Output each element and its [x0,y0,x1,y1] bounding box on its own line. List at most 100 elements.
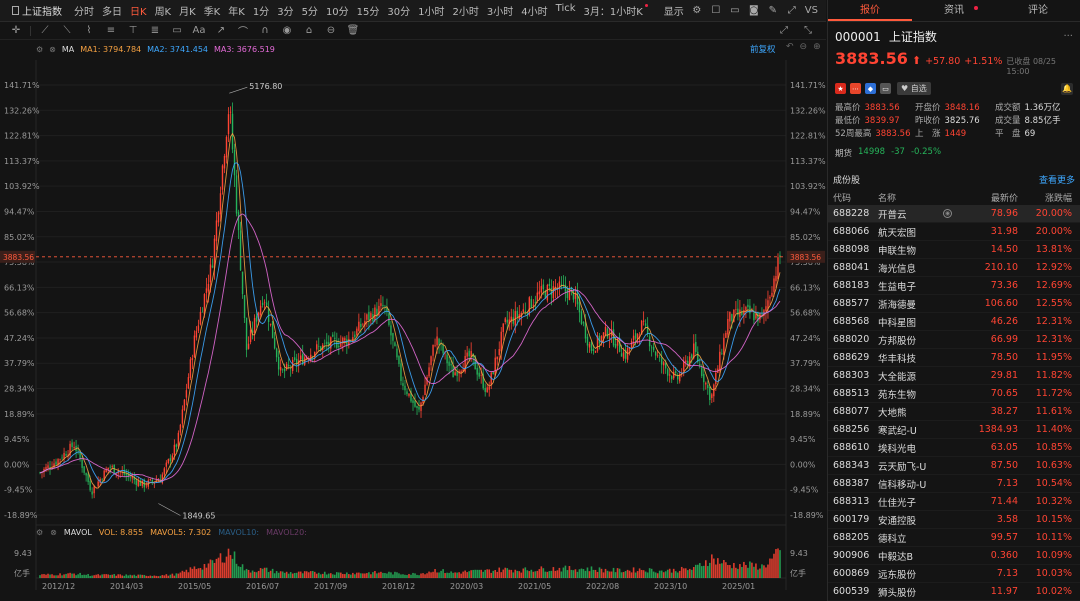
col-price[interactable]: 最新价 [958,191,1018,204]
symbol-selector[interactable]: 上证指数 [0,3,70,18]
camera-icon[interactable]: ◙ [748,5,760,17]
period-tab[interactable]: 季K [200,3,225,18]
pitchfork-icon[interactable]: ⊤ [125,25,141,36]
table-row[interactable]: 688629 华丰科技 78.50 11.95% [828,349,1080,367]
arrow-icon[interactable]: ↗ [213,25,229,36]
undo-icon[interactable]: ↶ [786,42,794,52]
table-row[interactable]: 688387 信科移动-U 7.13 10.54% [828,475,1080,493]
tab-quote[interactable]: 报价 [828,0,912,21]
candle-body [606,328,609,338]
eye-icon[interactable]: ◉ [279,25,295,36]
period-tab[interactable]: 1分 [249,3,273,18]
bell-icon[interactable]: 🔔 [1061,82,1073,95]
crosshair-icon[interactable]: ✛ [8,25,24,36]
col-code[interactable]: 代码 [833,191,878,204]
table-row[interactable]: 688577 浙海德曼 106.60 12.55% [828,295,1080,313]
candle-body [608,337,611,339]
period-tab[interactable]: 30分 [383,3,414,18]
legend-settings-icon[interactable]: ⚙ [36,45,43,54]
period-tab[interactable]: 分时 [70,3,98,18]
table-row[interactable]: 900906 中毅达B 0.360 10.09% [828,547,1080,565]
display-menu[interactable]: 显示 [664,3,684,18]
table-row[interactable]: 688256 寒武纪-U 1384.93 11.40% [828,421,1080,439]
table-row[interactable]: 688020 方邦股份 66.99 12.31% [828,331,1080,349]
period-tab[interactable]: 3月：1小时K [580,3,649,18]
candle-body [729,311,731,322]
minus-icon[interactable]: ⊖ [800,42,808,52]
expand-icon[interactable]: ⤢ [786,5,798,17]
table-row[interactable]: 688513 苑东生物 70.65 11.72% [828,385,1080,403]
table-row[interactable]: 688205 德科立 99.57 10.11% [828,529,1080,547]
table-row[interactable]: 688610 埃科光电 63.05 10.85% [828,439,1080,457]
period-tab[interactable]: Tick [552,3,580,18]
checkbox-icon[interactable]: ☐ [710,5,722,17]
rectangle-icon[interactable]: ▭ [169,25,185,36]
toolbar-right-controls: 显示 ⚙ ☐ ▭ ◙ ✎ ⤢ VS [664,3,826,18]
table-row[interactable]: 688228 开普云 ◉ 78.96 20.00% [828,205,1080,223]
table-row[interactable]: 688303 大全能源 29.81 11.82% [828,367,1080,385]
period-tab[interactable]: 年K [224,3,249,18]
row-name: 德科立 [878,531,958,545]
polyline-icon[interactable]: ⌇ [81,25,97,36]
table-row[interactable]: 688343 云天励飞-U 87.50 10.63% [828,457,1080,475]
view-more-link[interactable]: 查看更多 [1039,173,1075,186]
table-row[interactable]: 600179 安通控股 3.58 10.15% [828,511,1080,529]
volume-close-icon[interactable]: ⊗ [50,528,57,537]
volume-bar [305,571,308,578]
table-row[interactable]: 688183 生益电子 73.36 12.69% [828,277,1080,295]
trash-icon[interactable]: 🗑 [345,25,361,36]
ruler-icon[interactable]: ⌒ [235,23,251,38]
hide-icon[interactable]: ⊖ [323,25,339,36]
table-row[interactable]: 688313 仕佳光子 71.44 10.32% [828,493,1080,511]
table-row[interactable]: 600869 远东股份 7.13 10.03% [828,565,1080,583]
text-icon[interactable]: Aa [191,25,207,36]
minimize-icon[interactable]: ⤡ [800,25,816,36]
add-watchlist-button[interactable]: ♥ 自选 [897,82,931,95]
more-icon[interactable]: ··· [1063,31,1073,42]
period-tab[interactable]: 多日 [98,3,126,18]
kline-chart[interactable]: 141.71% 132.26% 122.81% 113.37% 103.92% 94.47… [0,56,826,601]
volume-settings-icon[interactable]: ⚙ [36,528,43,537]
period-tab[interactable]: 1小时 [414,3,448,18]
period-tab[interactable]: 5分 [298,3,322,18]
col-change[interactable]: 涨跌幅 [1018,191,1072,204]
volume-bar [468,571,470,578]
channel-icon[interactable]: ≡ [103,25,119,36]
period-tab[interactable]: 月K [175,3,200,18]
table-row[interactable]: 688098 申联生物 14.50 13.81% [828,241,1080,259]
fullscreen-icon[interactable]: ⤢ [776,25,792,36]
connect-tag-icon[interactable]: ◆ [865,83,876,94]
legend-close-icon[interactable]: ⊗ [49,45,56,54]
layout-icon[interactable]: ▭ [729,5,741,17]
adjust-mode-button[interactable]: 前复权 [750,43,776,55]
compare-button[interactable]: VS [805,5,818,16]
lock-icon[interactable]: ⌂ [301,25,317,36]
draw-pen-icon[interactable]: ✎ [767,5,779,17]
table-row[interactable]: 600539 狮头股份 11.97 10.02% [828,583,1080,601]
trend-line-icon[interactable]: ⟋ [37,25,53,36]
magnet-icon[interactable]: ∩ [257,25,273,36]
settings-icon[interactable]: ⚙ [691,5,703,17]
period-tab[interactable]: 3小时 [483,3,517,18]
period-tab[interactable]: 10分 [322,3,353,18]
table-row[interactable]: 688066 航天宏图 31.98 20.00% [828,223,1080,241]
col-name[interactable]: 名称 [878,191,958,204]
volume-bar [586,567,589,578]
period-tab[interactable]: 15分 [353,3,384,18]
table-row[interactable]: 688568 中科星图 46.26 12.31% [828,313,1080,331]
period-tab[interactable]: 3分 [273,3,297,18]
multi-line-icon[interactable]: ⟍ [59,25,75,36]
table-row[interactable]: 688041 海光信息 210.10 12.92% [828,259,1080,277]
tab-comments[interactable]: 评论 [996,0,1080,21]
period-tab[interactable]: 日K [126,3,151,18]
plus-icon[interactable]: ⊕ [813,42,821,52]
period-tab[interactable]: 周K [151,3,176,18]
period-tab[interactable]: 4小时 [517,3,551,18]
period-tab[interactable]: 2小时 [449,3,483,18]
share-icon[interactable]: ▭ [880,83,891,94]
table-row[interactable]: 688077 大地熊 38.27 11.61% [828,403,1080,421]
fib-icon[interactable]: ≣ [147,25,163,36]
market-tag-icon[interactable]: ⋯ [850,83,861,94]
tag-icon[interactable]: ◉ [943,209,952,218]
tab-news[interactable]: 资讯 [912,0,996,21]
